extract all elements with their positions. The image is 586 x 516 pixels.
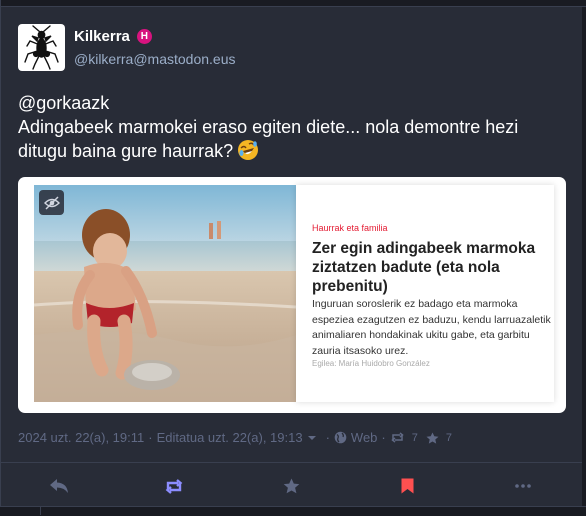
boost-icon — [165, 478, 183, 494]
status-card[interactable]: Kilkerra H @kilkerra@mastodon.eus @gorka… — [1, 7, 582, 462]
rolling-on-floor-laughing-emoji — [238, 140, 259, 160]
mention-link[interactable]: @gorkaazk — [18, 91, 558, 115]
reply-button[interactable] — [49, 478, 69, 494]
boost-button[interactable] — [164, 478, 184, 494]
avatar[interactable] — [18, 24, 65, 71]
status-meta: 2024 uzt. 22(a), 19:11 · Editatua uzt. 2… — [18, 430, 460, 445]
article-excerpt: Inguruan soroslerik ez badago eta marmok… — [312, 298, 551, 357]
cricket-logo-icon — [24, 25, 59, 70]
globe-icon — [334, 431, 347, 444]
meta-separator: · — [148, 430, 153, 445]
article-title: Zer egin adingabeek marmoka ziztatzen ba… — [312, 240, 536, 295]
visibility-label: Web — [350, 430, 378, 445]
status-timestamp[interactable]: 2024 uzt. 22(a), 19:11 — [18, 430, 144, 445]
star-icon — [426, 432, 439, 444]
meta-separator: · — [325, 430, 330, 445]
article-author: Egilea: María Huidobro González — [312, 359, 430, 368]
article-preview[interactable]: Haurrak eta familia Zer egin adingabeek … — [296, 185, 554, 402]
more-options-button[interactable] — [513, 478, 533, 494]
article-category: Haurrak eta familia — [312, 223, 388, 233]
status-content: @gorkaazk Adingabeek marmokei eraso egit… — [18, 91, 558, 163]
status-text: Adingabeek marmokei eraso egiten diete..… — [18, 117, 519, 161]
link-preview-card[interactable]: Haurrak eta familia Zer egin adingabeek … — [18, 177, 566, 413]
account-name-row: Kilkerra H — [74, 28, 152, 45]
preview-photo[interactable] — [34, 185, 296, 402]
chevron-down-icon[interactable] — [306, 432, 318, 444]
timeline-top-edge — [0, 0, 586, 7]
favourite-button[interactable] — [281, 478, 301, 494]
role-badge: H — [136, 29, 152, 44]
meta-separator: · — [381, 430, 386, 445]
thread-line — [40, 507, 41, 515]
hide-media-button[interactable] — [39, 190, 64, 215]
account-handle[interactable]: @kilkerra@mastodon.eus — [74, 51, 236, 67]
status-text-wrap: Adingabeek marmokei eraso egiten diete..… — [18, 115, 558, 163]
star-icon — [283, 478, 299, 494]
bookmark-icon — [401, 478, 413, 494]
boost-count[interactable]: 7 — [412, 432, 418, 444]
reply-icon — [50, 479, 68, 493]
favourite-count[interactable]: 7 — [446, 432, 452, 444]
ellipsis-icon — [515, 484, 531, 488]
boost-icon — [391, 432, 404, 443]
display-name[interactable]: Kilkerra — [74, 28, 130, 45]
bookmark-button[interactable] — [397, 478, 417, 494]
status-action-bar — [1, 462, 582, 507]
edited-indicator[interactable]: Editatua uzt. 22(a), 19:13 — [157, 430, 303, 445]
eye-slash-icon — [43, 195, 60, 210]
